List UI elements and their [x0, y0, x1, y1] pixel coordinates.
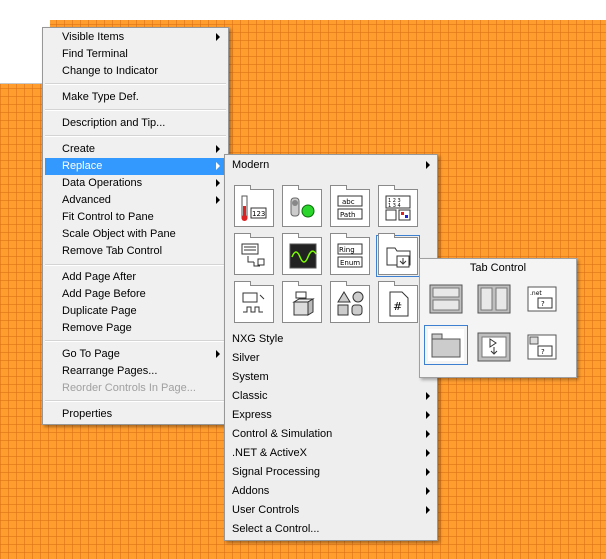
svg-text:#: # [393, 300, 402, 313]
menu-item-properties[interactable]: Properties [45, 406, 226, 423]
submenu-arrow-icon [426, 161, 430, 169]
menu-item-add-page-after[interactable]: Add Page After [45, 269, 226, 286]
palette-category-classic[interactable]: Classic [226, 388, 436, 405]
submenu-arrow-icon [216, 162, 220, 170]
menu-item-add-page-before[interactable]: Add Page Before [45, 286, 226, 303]
io-icon[interactable] [234, 281, 274, 323]
svg-text:123: 123 [252, 210, 265, 218]
replace-submenu: Modern 123 abc Path 1 2 31 3 4 Ring Enum [224, 154, 438, 541]
submenu-arrow-icon [426, 411, 430, 419]
svg-text:.net: .net [530, 290, 542, 297]
submenu-arrow-icon [216, 179, 220, 187]
palette-category-dotnet-activex[interactable]: .NET & ActiveX [226, 445, 436, 462]
submenu-arrow-icon [426, 392, 430, 400]
menu-separator [45, 340, 226, 342]
numeric-icon[interactable]: 123 [234, 185, 274, 227]
submenu-arrow-icon [426, 449, 430, 457]
submenu-arrow-icon [426, 487, 430, 495]
list-table-icon[interactable] [234, 233, 274, 275]
svg-text:1 3 4: 1 3 4 [388, 203, 401, 209]
menu-item-create[interactable]: Create [45, 141, 226, 158]
horizontal-splitter-icon[interactable] [428, 283, 464, 315]
decorations-icon[interactable] [330, 281, 370, 323]
menu-separator [45, 135, 226, 137]
menu-item-find-terminal[interactable]: Find Terminal [45, 46, 226, 63]
palette-title: Tab Control [469, 262, 527, 274]
containers-palette: Tab Control .net? ? [419, 258, 577, 378]
menu-item-advanced[interactable]: Advanced [45, 192, 226, 209]
palette-category-modern[interactable]: Modern [226, 157, 436, 174]
string-path-icon[interactable]: abc Path [330, 185, 370, 227]
svg-text:Ring: Ring [339, 246, 355, 254]
menu-item-go-to-page[interactable]: Go To Page [45, 346, 226, 363]
array-cluster-icon[interactable]: 1 2 31 3 4 [378, 185, 418, 227]
palette-category-system[interactable]: System [226, 369, 436, 386]
boolean-icon[interactable] [282, 185, 322, 227]
menu-item-rearrange-pages[interactable]: Rearrange Pages... [45, 363, 226, 380]
menu-item-scale-object-with-pane[interactable]: Scale Object with Pane [45, 226, 226, 243]
select-a-control[interactable]: Select a Control... [226, 521, 436, 538]
svg-text:Enum: Enum [340, 259, 360, 267]
svg-text:?: ? [541, 348, 545, 356]
menu-item-fit-control-to-pane[interactable]: Fit Control to Pane [45, 209, 226, 226]
menu-item-remove-tab-control[interactable]: Remove Tab Control [45, 243, 226, 260]
vertical-splitter-icon[interactable] [476, 283, 512, 315]
menu-item-description-and-tip[interactable]: Description and Tip... [45, 115, 226, 132]
menu-separator [45, 83, 226, 85]
containers-icon[interactable] [376, 233, 420, 277]
palette-category-user-controls[interactable]: User Controls [226, 502, 436, 519]
menu-separator [45, 109, 226, 111]
submenu-arrow-icon [216, 350, 220, 358]
svg-text:?: ? [541, 300, 545, 308]
menu-item-duplicate-page[interactable]: Duplicate Page [45, 303, 226, 320]
palette-category-signal-processing[interactable]: Signal Processing [226, 464, 436, 481]
palette-category-control-simulation[interactable]: Control & Simulation [226, 426, 436, 443]
variant-class-icon[interactable] [282, 281, 322, 323]
refnum-icon[interactable]: # [378, 281, 418, 323]
palette-category-nxg-style[interactable]: NXG Style [226, 331, 436, 348]
palette-category-silver[interactable]: Silver [226, 350, 436, 367]
palette-category-express[interactable]: Express [226, 407, 436, 424]
svg-text:Path: Path [340, 211, 355, 219]
menu-item-remove-page[interactable]: Remove Page [45, 320, 226, 337]
ring-enum-icon[interactable]: Ring Enum [330, 233, 370, 275]
submenu-arrow-icon [216, 145, 220, 153]
activex-container-icon[interactable]: ? [524, 331, 560, 363]
submenu-arrow-icon [216, 196, 220, 204]
svg-text:abc: abc [342, 198, 355, 206]
submenu-arrow-icon [426, 506, 430, 514]
menu-item-reorder-controls: Reorder Controls In Page... [62, 382, 196, 394]
subpanel-icon[interactable] [476, 331, 512, 363]
submenu-arrow-icon [216, 33, 220, 41]
menu-item-replace[interactable]: Replace [45, 158, 226, 175]
menu-separator [45, 264, 226, 266]
menu-item-make-type-def[interactable]: Make Type Def. [45, 89, 226, 106]
menu-separator [45, 400, 226, 402]
graph-icon[interactable] [282, 233, 322, 275]
context-menu: Visible Items Find Terminal Change to In… [42, 27, 229, 425]
palette-category-addons[interactable]: Addons [226, 483, 436, 500]
dotnet-container-icon[interactable]: .net? [524, 283, 560, 315]
tab-control-icon[interactable] [424, 325, 468, 365]
controls-palette: 123 abc Path 1 2 31 3 4 Ring Enum # [226, 179, 436, 329]
submenu-arrow-icon [426, 468, 430, 476]
submenu-arrow-icon [426, 430, 430, 438]
menu-item-visible-items[interactable]: Visible Items [45, 29, 226, 46]
menu-item-data-operations[interactable]: Data Operations [45, 175, 226, 192]
front-panel-white-area [0, 0, 606, 20]
menu-item-change-to-indicator[interactable]: Change to Indicator [45, 63, 226, 80]
